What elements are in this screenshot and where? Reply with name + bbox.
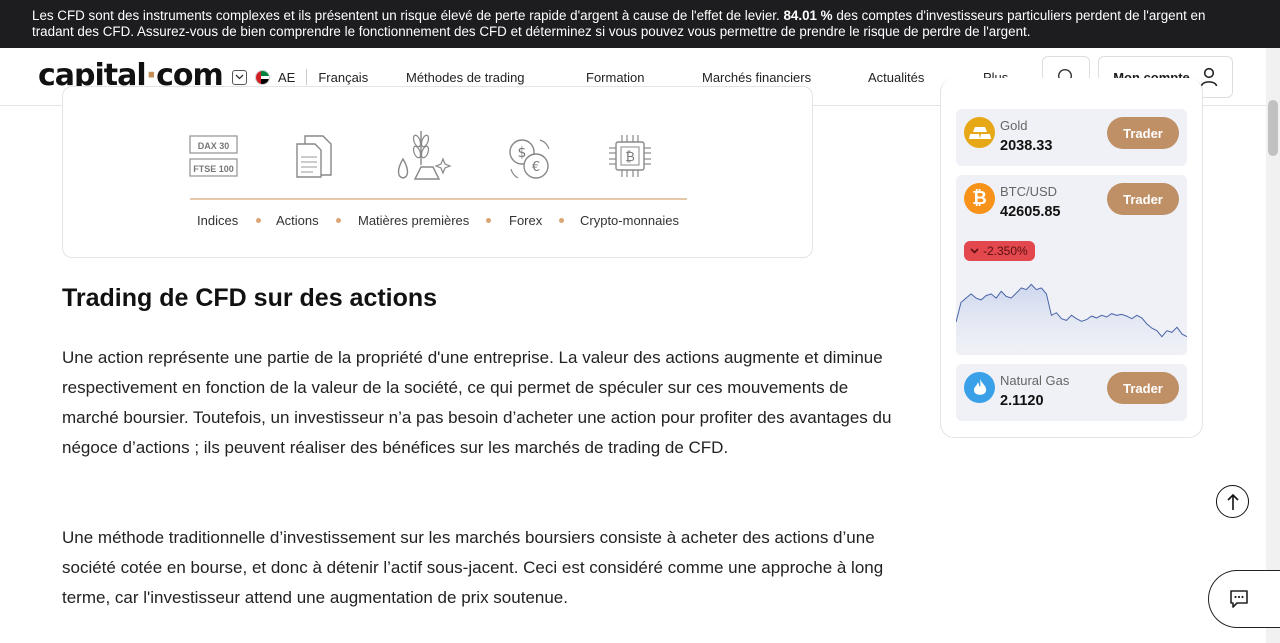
article-paragraph: Une méthode traditionnelle d’investissem… — [62, 528, 884, 607]
asset-tile-btc[interactable]: ₿ BTC/USD 42605.85 Trader -2.350% — [956, 175, 1187, 355]
chevron-down-icon[interactable] — [232, 69, 247, 85]
asset-name: Natural Gas — [1000, 373, 1070, 388]
forex-coins-icon: $ € — [507, 137, 553, 186]
market-label-shares[interactable]: Actions — [276, 213, 319, 228]
flame-icon — [964, 372, 995, 403]
region-language-selector[interactable]: AE Français — [232, 69, 368, 85]
asset-price: 2.1120 — [1000, 393, 1044, 409]
asset-tile-gold[interactable]: Gold 2038.33 Trader — [956, 109, 1187, 166]
market-label-commodities[interactable]: Matières premières — [358, 213, 469, 228]
asset-name: BTC/USD — [1000, 184, 1058, 199]
arrow-up-icon — [1226, 493, 1239, 510]
price-change-badge: -2.350% — [964, 241, 1035, 261]
nav-news[interactable]: Actualités — [868, 70, 924, 85]
article-paragraph: Une action représente une partie de la p… — [62, 348, 892, 457]
svg-text:$: $ — [518, 145, 527, 161]
risk-percent: 84.01 % — [783, 8, 833, 23]
price-sparkline-chart — [956, 283, 1187, 355]
trade-button[interactable]: Trader — [1107, 117, 1179, 149]
asset-tile-natural-gas[interactable]: Natural Gas 2.1120 Trader — [956, 364, 1187, 421]
dax-label: DAX 30 — [198, 141, 230, 151]
gold-bars-icon — [964, 117, 995, 148]
asset-price: 42605.85 — [1000, 204, 1061, 220]
scroll-to-top-button[interactable] — [1216, 485, 1249, 518]
price-change-value: -2.350% — [983, 244, 1028, 258]
trade-button[interactable]: Trader — [1107, 183, 1179, 215]
nav-education[interactable]: Formation — [586, 70, 645, 85]
bullet — [256, 218, 261, 223]
market-label-crypto[interactable]: Crypto-monnaies — [580, 213, 679, 228]
bitcoin-icon: ₿ — [964, 183, 995, 214]
divider — [306, 69, 308, 85]
chat-button[interactable] — [1208, 570, 1280, 628]
chat-icon — [1230, 590, 1248, 608]
section-heading: Trading de CFD sur des actions — [62, 284, 438, 312]
chevron-down-icon — [970, 248, 979, 254]
page-scrollbar[interactable] — [1266, 48, 1280, 643]
market-label-forex[interactable]: Forex — [509, 213, 542, 228]
svg-text:₿: ₿ — [625, 150, 635, 165]
nav-financial-markets[interactable]: Marchés financiers — [702, 70, 811, 85]
asset-price: 2038.33 — [1000, 138, 1053, 154]
bullet — [559, 218, 564, 223]
trade-button[interactable]: Trader — [1107, 372, 1179, 404]
commodities-icon — [393, 125, 455, 188]
crypto-chip-icon: ₿ — [607, 133, 653, 184]
svg-text:€: € — [532, 160, 540, 175]
markets-divider-line — [190, 198, 687, 200]
user-icon — [1200, 67, 1218, 87]
market-label-indices[interactable]: Indices — [197, 213, 238, 228]
language-label[interactable]: Français — [318, 70, 368, 85]
bullet — [336, 218, 341, 223]
nav-trading-methods[interactable]: Méthodes de trading — [406, 70, 525, 85]
markets-overview-card: DAX 30 FTSE 100 $ € ₿ Indices Actions Ma… — [62, 86, 813, 258]
indices-icon: DAX 30 FTSE 100 — [189, 133, 239, 186]
region-code: AE — [278, 69, 296, 85]
ftse-label: FTSE 100 — [193, 164, 234, 174]
asset-name: Gold — [1000, 118, 1028, 133]
risk-warning-banner: Les CFD sont des instruments complexes e… — [0, 0, 1280, 48]
scrollbar-thumb[interactable] — [1268, 100, 1278, 156]
risk-text-before: Les CFD sont des instruments complexes e… — [32, 8, 784, 23]
bullet — [486, 218, 491, 223]
shares-documents-icon — [293, 131, 339, 184]
uae-flag-icon — [255, 69, 270, 85]
sparkline-area — [956, 284, 1187, 355]
